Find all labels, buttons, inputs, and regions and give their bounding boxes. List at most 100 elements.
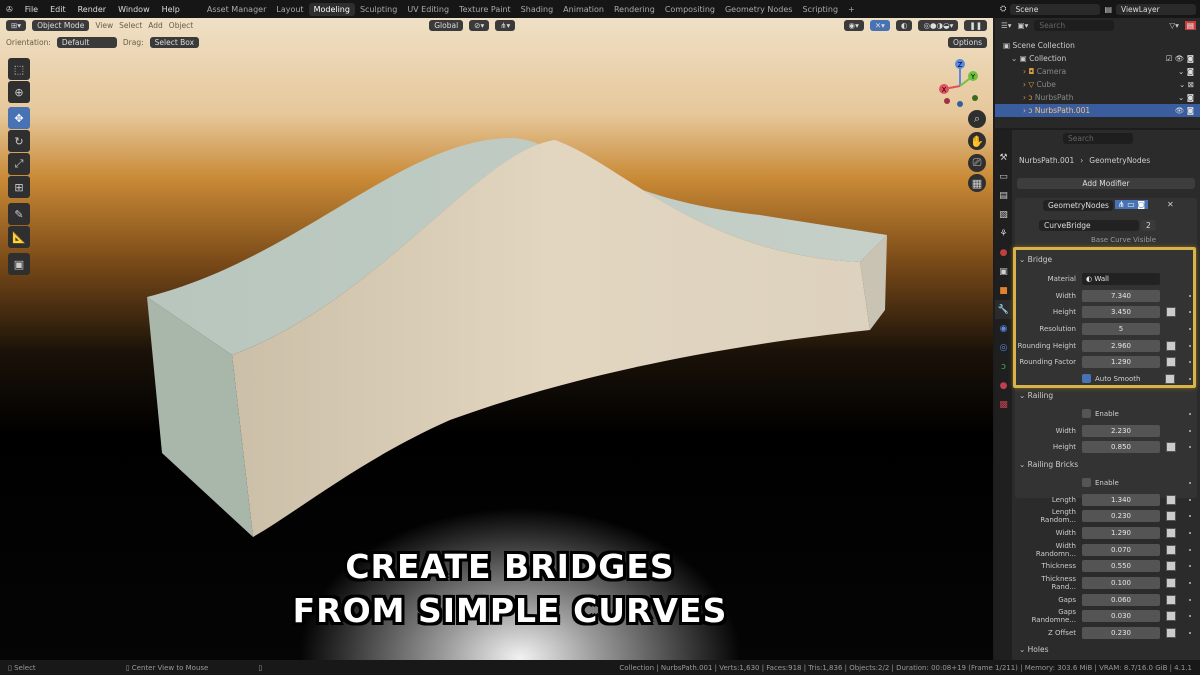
- texture-tab-icon[interactable]: ▩: [995, 395, 1012, 414]
- drag-selector[interactable]: Select Box: [149, 37, 200, 48]
- bricks-enable-checkbox[interactable]: [1082, 478, 1091, 487]
- tab-texture-paint[interactable]: Texture Paint: [454, 3, 516, 16]
- keyframe-toggle[interactable]: [1166, 594, 1176, 605]
- particles-tab-icon[interactable]: ◉: [995, 319, 1012, 338]
- animate-dot[interactable]: [1189, 598, 1191, 601]
- tab-scripting[interactable]: Scripting: [797, 3, 843, 16]
- modifier-tab-icon[interactable]: 🔧: [995, 300, 1012, 319]
- outliner-collection[interactable]: ⌄ ▣ Collection ☑ 👁 ◙: [995, 52, 1200, 65]
- transform-orientation[interactable]: Global: [429, 20, 464, 31]
- scene-tab-icon[interactable]: ⚘: [995, 224, 1012, 243]
- view-layer-icon[interactable]: ▤: [1104, 5, 1112, 14]
- menu-view[interactable]: View: [95, 21, 113, 30]
- railing-bricks-section-header[interactable]: ⌄ Railing Bricks: [1019, 460, 1078, 469]
- menu-help[interactable]: Help: [156, 5, 186, 14]
- user-count[interactable]: 2: [1141, 220, 1156, 231]
- render-tab-icon[interactable]: ▭: [995, 167, 1012, 186]
- keyframe-toggle[interactable]: [1166, 578, 1176, 588]
- node-group-selector[interactable]: CurveBridge: [1039, 220, 1139, 231]
- visibility-icons[interactable]: ⌄ ⊠: [1179, 80, 1194, 89]
- tool-tab-icon[interactable]: ⚒: [995, 148, 1012, 167]
- scale-tool-icon[interactable]: ⤢: [8, 153, 30, 175]
- animate-dot[interactable]: [1189, 565, 1191, 568]
- value-field[interactable]: 0.060: [1082, 593, 1160, 606]
- filter-view-icon[interactable]: ▣▾: [1018, 21, 1029, 30]
- animate-dot[interactable]: [1189, 429, 1191, 432]
- keyframe-toggle[interactable]: [1166, 611, 1176, 622]
- animate-dot[interactable]: [1189, 615, 1191, 618]
- tab-geometry-nodes[interactable]: Geometry Nodes: [720, 3, 797, 16]
- shading-modes[interactable]: ◎●◑◒▾: [918, 20, 959, 31]
- keyframe-toggle[interactable]: [1166, 561, 1176, 572]
- scene-selector[interactable]: Scene: [1010, 3, 1101, 15]
- remove-modifier-icon[interactable]: ✕: [1167, 200, 1174, 209]
- menu-file[interactable]: File: [19, 5, 44, 14]
- add-cube-tool-icon[interactable]: ▣: [8, 253, 30, 275]
- add-modifier-button[interactable]: Add Modifier: [1017, 178, 1195, 189]
- overlay-toggle[interactable]: ◐: [895, 20, 913, 31]
- outliner-item-nurbspath[interactable]: › ↄ NurbsPath ⌄ ◙: [995, 91, 1200, 104]
- value-field[interactable]: 2.230: [1082, 424, 1160, 437]
- menu-object[interactable]: Object: [169, 21, 193, 30]
- outliner-item-camera[interactable]: › ◘ Camera ⌄ ◙: [995, 65, 1200, 78]
- filter-icon[interactable]: ▽▾: [1169, 21, 1179, 30]
- tab-layout[interactable]: Layout: [271, 3, 308, 16]
- value-field[interactable]: 1.290: [1082, 526, 1160, 539]
- blender-logo-icon[interactable]: ✇: [0, 5, 19, 14]
- options-button[interactable]: Options: [948, 37, 987, 48]
- output-tab-icon[interactable]: ▤: [995, 186, 1012, 205]
- animate-dot[interactable]: [1189, 515, 1191, 518]
- gizmo-toggle[interactable]: ✕▾: [869, 20, 890, 31]
- value-field[interactable]: 0.850: [1082, 441, 1160, 454]
- modifier-name-input[interactable]: GeometryNodes: [1043, 200, 1113, 211]
- animate-dot[interactable]: [1189, 548, 1191, 551]
- menu-add[interactable]: Add: [148, 21, 163, 30]
- view-layer-selector[interactable]: ViewLayer: [1116, 3, 1196, 15]
- rotate-tool-icon[interactable]: ↻: [8, 130, 30, 152]
- tab-sculpting[interactable]: Sculpting: [355, 3, 402, 16]
- annotate-tool-icon[interactable]: ✎: [8, 203, 30, 225]
- animate-dot[interactable]: [1189, 531, 1191, 534]
- keyframe-toggle[interactable]: [1166, 527, 1176, 538]
- railing-section-header[interactable]: ⌄ Railing: [1019, 391, 1053, 400]
- delete-icon[interactable]: ▤: [1184, 21, 1196, 30]
- menu-window[interactable]: Window: [112, 5, 156, 14]
- material-tab-icon[interactable]: ●: [995, 376, 1012, 395]
- animate-dot[interactable]: [1189, 632, 1191, 635]
- value-field[interactable]: 0.230: [1082, 510, 1160, 523]
- tab-modeling[interactable]: Modeling: [308, 2, 355, 16]
- visibility-icons[interactable]: 👁 ◙: [1175, 106, 1194, 115]
- keyframe-toggle[interactable]: [1166, 494, 1176, 505]
- visibility-button[interactable]: ◉▾: [843, 20, 864, 31]
- menu-edit[interactable]: Edit: [44, 5, 72, 14]
- outliner-scene-collection[interactable]: ▣ Scene Collection: [995, 39, 1200, 52]
- outliner-item-nurbspath-001[interactable]: › ↄ NurbsPath.001 👁 ◙: [995, 104, 1200, 117]
- mode-selector[interactable]: Object Mode: [32, 20, 90, 31]
- railing-enable-checkbox[interactable]: [1082, 409, 1091, 418]
- perspective-toggle-icon[interactable]: ▦: [968, 174, 986, 192]
- world-tab-icon[interactable]: ●: [995, 243, 1012, 262]
- menu-select[interactable]: Select: [119, 21, 142, 30]
- expand-icon[interactable]: ⌄ ▣: [1011, 54, 1029, 63]
- animate-dot[interactable]: [1189, 498, 1191, 501]
- display-mode-icon[interactable]: ☰▾: [1001, 21, 1012, 30]
- measure-tool-icon[interactable]: 📐: [8, 226, 30, 248]
- base-curve-visible-checkbox[interactable]: Base Curve Visible: [1091, 236, 1156, 244]
- data-tab-icon[interactable]: ↄ: [995, 357, 1012, 376]
- zoom-view-icon[interactable]: ⌕: [968, 110, 986, 128]
- camera-view-icon[interactable]: ⎚: [968, 154, 986, 172]
- visibility-icons[interactable]: ⌄ ◙: [1178, 67, 1194, 76]
- value-field[interactable]: 0.100: [1082, 577, 1160, 589]
- tab-animation[interactable]: Animation: [558, 3, 609, 16]
- animate-dot[interactable]: [1189, 582, 1191, 584]
- keyframe-toggle[interactable]: [1166, 544, 1176, 555]
- animate-dot[interactable]: [1189, 446, 1191, 449]
- value-field[interactable]: 1.340: [1082, 493, 1160, 506]
- physics-tab-icon[interactable]: ◎: [995, 338, 1012, 357]
- cursor-tool-icon[interactable]: ⊕: [8, 81, 30, 103]
- collection-tab-icon[interactable]: ▣: [995, 262, 1012, 281]
- tab-uv-editing[interactable]: UV Editing: [402, 3, 454, 16]
- value-field[interactable]: 0.230: [1082, 627, 1160, 640]
- view-layer-tab-icon[interactable]: ▧: [995, 205, 1012, 224]
- transform-tool-icon[interactable]: ⊞: [8, 176, 30, 198]
